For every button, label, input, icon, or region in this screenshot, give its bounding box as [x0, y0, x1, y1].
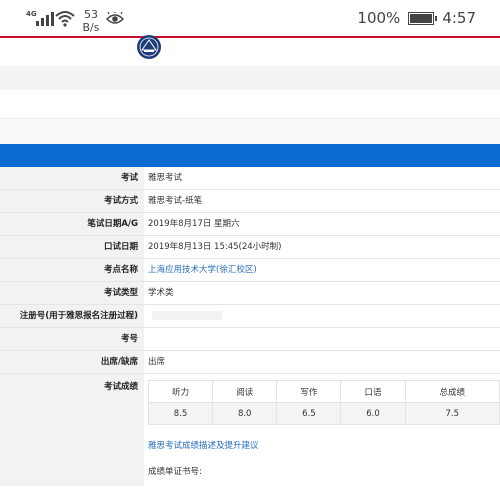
status-right: 100% 4:57	[357, 9, 476, 27]
detail-label: 笔试日期A/G	[0, 213, 144, 235]
status-left: 4G 53 B/s	[26, 6, 126, 34]
detail-row-registration: 注册号(用于雅思报名注册过程)	[0, 305, 500, 328]
score-header-writing: 写作	[276, 380, 342, 403]
detail-value: 出席	[144, 351, 500, 373]
detail-row-venue: 考点名称 上海应用技术大学(徐汇校区)	[0, 259, 500, 282]
redacted-block	[152, 311, 222, 320]
venue-link[interactable]: 上海应用技术大学(徐汇校区)	[144, 259, 500, 281]
detail-label: 口试日期	[0, 236, 144, 258]
detail-row-type: 考试类型 学术类	[0, 282, 500, 305]
network-speed: 53 B/s	[82, 8, 100, 34]
scores-container: 听力 阅读 写作 口语 总成绩 8.5 8.0 6.5 6.0 7.5 雅思考试…	[144, 374, 500, 486]
signal-icon	[36, 12, 56, 26]
battery-icon	[408, 11, 438, 25]
content-band	[0, 90, 500, 118]
detail-value: 雅思考试-纸笔	[144, 190, 500, 212]
detail-label: 考试方式	[0, 190, 144, 212]
report-number-label: 成绩单证书号:	[148, 467, 202, 477]
status-bar: 4G 53 B/s 100% 4:57	[0, 0, 500, 36]
detail-value: 2019年8月17日 星期六	[144, 213, 500, 235]
nav-band	[0, 66, 500, 90]
candidate-value-redacted	[144, 328, 500, 350]
score-listening: 8.5	[147, 402, 214, 425]
score-speaking: 6.0	[340, 402, 406, 425]
detail-label: 考试类型	[0, 282, 144, 304]
sub-band	[0, 118, 500, 144]
detail-row-oral-date: 口试日期 2019年8月13日 15:45(24小时制)	[0, 236, 500, 259]
detail-row-candidate: 考号	[0, 328, 500, 351]
site-header	[0, 38, 500, 66]
detail-label: 出席/缺席	[0, 351, 144, 373]
detail-label: 考试	[0, 167, 144, 189]
score-advice-link[interactable]: 雅思考试成绩描述及提升建议	[148, 439, 500, 451]
scores-table: 听力 阅读 写作 口语 总成绩 8.5 8.0 6.5 6.0 7.5	[147, 380, 500, 425]
score-writing: 6.5	[276, 402, 342, 425]
detail-row-exam: 考试 雅思考试	[0, 167, 500, 190]
detail-value: 2019年8月13日 15:45(24小时制)	[144, 236, 500, 258]
detail-row-attendance: 出席/缺席 出席	[0, 351, 500, 374]
battery-percent: 100%	[357, 9, 401, 27]
detail-label: 考试成绩	[0, 374, 144, 486]
detail-label: 注册号(用于雅思报名注册过程)	[0, 305, 144, 327]
detail-row-method: 考试方式 雅思考试-纸笔	[0, 190, 500, 213]
detail-row-written-date: 笔试日期A/G 2019年8月17日 星期六	[0, 213, 500, 236]
detail-row-scores: 考试成绩 听力 阅读 写作 口语 总成绩 8.5 8.0 6.5 6.0 7.5…	[0, 374, 500, 486]
detail-label: 考点名称	[0, 259, 144, 281]
detail-label: 考号	[0, 328, 144, 350]
score-header-listening: 听力	[147, 380, 214, 403]
eye-comfort-icon	[106, 12, 124, 24]
site-logo[interactable]	[134, 34, 164, 62]
score-header-reading: 阅读	[212, 380, 278, 403]
clock: 4:57	[442, 9, 476, 27]
detail-value: 雅思考试	[144, 167, 500, 189]
score-reading: 8.0	[212, 402, 278, 425]
report-number: 成绩单证书号:	[148, 465, 500, 477]
redacted-block	[205, 467, 276, 476]
section-header-bar	[0, 144, 500, 167]
detail-value: 学术类	[144, 282, 500, 304]
score-header-speaking: 口语	[340, 380, 406, 403]
exam-details: 考试 雅思考试 考试方式 雅思考试-纸笔 笔试日期A/G 2019年8月17日 …	[0, 167, 500, 486]
score-overall: 7.5	[404, 402, 500, 425]
registration-value-redacted	[144, 305, 500, 327]
wifi-icon	[55, 11, 75, 27]
score-header-overall: 总成绩	[404, 380, 500, 403]
